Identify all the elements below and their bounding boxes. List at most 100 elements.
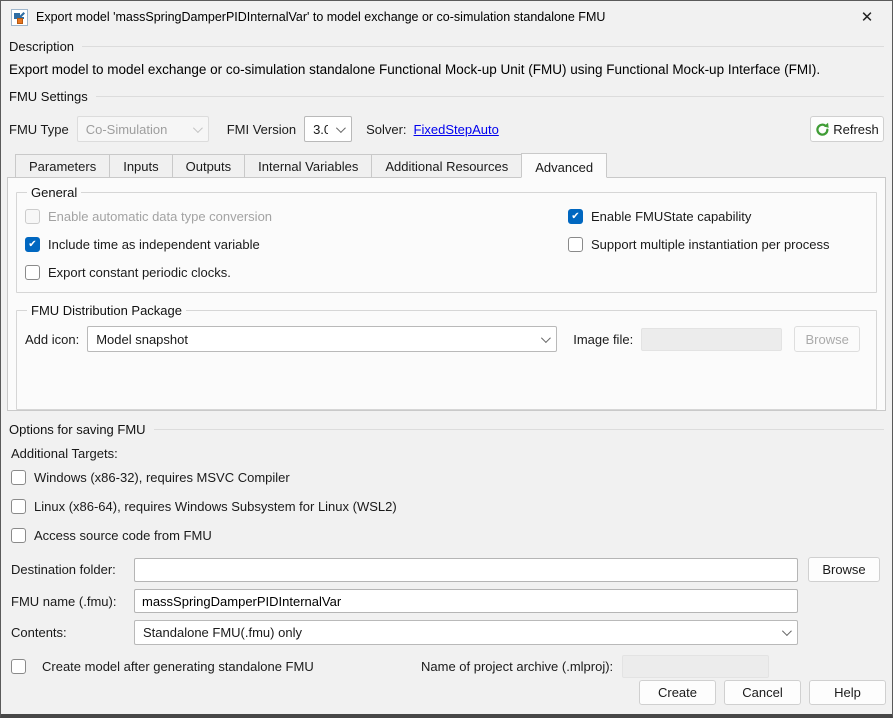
checkbox-label: Support multiple instantiation per proce…: [591, 237, 829, 252]
destination-browse-button[interactable]: Browse: [808, 557, 880, 582]
general-groupbox: General Enable automatic data type conve…: [16, 185, 877, 293]
checkbox-windows-x86-32[interactable]: [11, 470, 26, 485]
image-file-label: Image file:: [573, 332, 633, 347]
destination-folder-label: Destination folder:: [11, 562, 134, 577]
footer-button-bar: Create Cancel Help: [1, 680, 892, 714]
fmu-type-select: Co-Simulation: [77, 116, 209, 142]
fmu-name-label: FMU name (.fmu):: [11, 594, 134, 609]
chevron-down-icon: [193, 123, 203, 133]
saving-options-header-label: Options for saving FMU: [9, 422, 146, 437]
destination-folder-row: Destination folder: Browse: [1, 557, 892, 582]
checkbox-row-auto-data-type: Enable automatic data type conversion: [25, 202, 560, 230]
add-icon-select[interactable]: Model snapshot: [87, 326, 557, 352]
checkbox-access-source-code[interactable]: [11, 528, 26, 543]
solver-label: Solver:: [366, 122, 406, 137]
checkbox-label: Enable FMUState capability: [591, 209, 751, 224]
tab-inputs[interactable]: Inputs: [109, 154, 172, 177]
browse-label: Browse: [822, 562, 865, 577]
tab-parameters[interactable]: Parameters: [15, 154, 110, 177]
general-checkbox-grid: Enable automatic data type conversion En…: [25, 202, 868, 286]
general-legend: General: [27, 185, 81, 200]
refresh-button[interactable]: Refresh: [810, 116, 884, 142]
checkbox-row-source-code: Access source code from FMU: [11, 521, 892, 550]
title-bar: Export model 'massSpringDamperPIDInterna…: [1, 1, 892, 33]
checkbox-label: Linux (x86-64), requires Windows Subsyst…: [34, 499, 397, 514]
tab-additional-resources[interactable]: Additional Resources: [371, 154, 522, 177]
checkbox-time-independent-variable[interactable]: [25, 237, 40, 252]
description-text: Export model to model exchange or co-sim…: [9, 62, 884, 77]
contents-row: Contents: Standalone FMU(.fmu) only: [1, 620, 892, 645]
checkbox-fmustate-capability[interactable]: [568, 209, 583, 224]
checkbox-row-periodic-clocks: Export constant periodic clocks.: [25, 258, 560, 286]
checkbox-label: Windows (x86-32), requires MSVC Compiler: [34, 470, 290, 485]
fmu-distribution-groupbox: FMU Distribution Package Add icon: Model…: [16, 303, 877, 410]
create-model-group: Create model after generating standalone…: [11, 659, 421, 674]
checkbox-label: Include time as independent variable: [48, 237, 260, 252]
help-button-label: Help: [834, 685, 861, 700]
solver-link[interactable]: FixedStepAuto: [414, 122, 499, 137]
checkbox-row-time-independent: Include time as independent variable: [25, 230, 560, 258]
checkbox-row-windows-target: Windows (x86-32), requires MSVC Compiler: [11, 463, 892, 492]
checkbox-row-multiple-instantiation: Support multiple instantiation per proce…: [568, 230, 868, 258]
tab-outputs[interactable]: Outputs: [172, 154, 246, 177]
fmu-name-row: FMU name (.fmu):: [1, 589, 892, 613]
browse-label: Browse: [806, 332, 849, 347]
cancel-button-label: Cancel: [742, 685, 782, 700]
additional-targets-list: Windows (x86-32), requires MSVC Compiler…: [11, 463, 892, 550]
help-button[interactable]: Help: [809, 680, 886, 705]
cancel-button[interactable]: Cancel: [724, 680, 801, 705]
checkbox-linux-x86-64[interactable]: [11, 499, 26, 514]
add-icon-value: Model snapshot: [96, 332, 533, 347]
contents-select[interactable]: Standalone FMU(.fmu) only: [134, 620, 798, 645]
fmu-name-input[interactable]: [134, 589, 798, 613]
close-icon[interactable]: ✕: [850, 3, 884, 31]
divider: [96, 96, 884, 97]
divider: [82, 46, 884, 47]
chevron-down-icon: [541, 333, 551, 343]
create-model-label: Create model after generating standalone…: [42, 659, 314, 674]
checkbox-label: Access source code from FMU: [34, 528, 212, 543]
fmi-version-label: FMI Version: [227, 122, 296, 137]
checkbox-label: Enable automatic data type conversion: [48, 209, 272, 224]
image-file-browse-button: Browse: [794, 326, 860, 352]
contents-label: Contents:: [11, 625, 134, 640]
refresh-icon: [815, 122, 830, 137]
advanced-tab-panel: General Enable automatic data type conve…: [7, 177, 886, 411]
checkbox-row-fmustate: Enable FMUState capability: [568, 202, 868, 230]
checkbox-label: Export constant periodic clocks.: [48, 265, 231, 280]
tab-advanced[interactable]: Advanced: [521, 153, 607, 178]
image-file-input: [641, 328, 782, 351]
grid-spacer: [568, 258, 868, 286]
fmu-settings-row: FMU Type Co-Simulation FMI Version 3.0 S…: [9, 115, 884, 143]
fmu-settings-section-header: FMU Settings: [9, 89, 884, 104]
fmu-settings-header-label: FMU Settings: [9, 89, 88, 104]
export-fmu-dialog: Export model 'massSpringDamperPIDInterna…: [0, 0, 893, 718]
create-button-label: Create: [658, 685, 697, 700]
fmi-version-value: 3.0: [313, 122, 328, 137]
saving-options-section-header: Options for saving FMU: [9, 422, 884, 437]
refresh-label: Refresh: [833, 122, 879, 137]
checkbox-row-linux-target: Linux (x86-64), requires Windows Subsyst…: [11, 492, 892, 521]
tab-internal-variables[interactable]: Internal Variables: [244, 154, 372, 177]
settings-tab-bar: Parameters Inputs Outputs Internal Varia…: [15, 152, 886, 177]
fmu-export-app-icon: [11, 9, 28, 26]
fmu-type-label: FMU Type: [9, 122, 69, 137]
divider: [154, 429, 884, 430]
description-section-header: Description: [9, 39, 884, 54]
checkbox-periodic-clocks[interactable]: [25, 265, 40, 280]
project-archive-input: [622, 655, 769, 678]
project-archive-label: Name of project archive (.mlproj):: [421, 659, 613, 674]
destination-folder-input[interactable]: [134, 558, 798, 582]
fmi-version-select[interactable]: 3.0: [304, 116, 352, 142]
checkbox-create-model[interactable]: [11, 659, 26, 674]
chevron-down-icon: [782, 626, 792, 636]
create-button[interactable]: Create: [639, 680, 716, 705]
fmu-type-value: Co-Simulation: [86, 122, 185, 137]
description-header-label: Description: [9, 39, 74, 54]
additional-targets-label: Additional Targets:: [11, 446, 892, 461]
fmu-distribution-legend: FMU Distribution Package: [27, 303, 186, 318]
contents-value: Standalone FMU(.fmu) only: [143, 625, 774, 640]
window-title: Export model 'massSpringDamperPIDInterna…: [36, 10, 605, 24]
create-model-row: Create model after generating standalone…: [1, 655, 892, 678]
checkbox-multiple-instantiation[interactable]: [568, 237, 583, 252]
